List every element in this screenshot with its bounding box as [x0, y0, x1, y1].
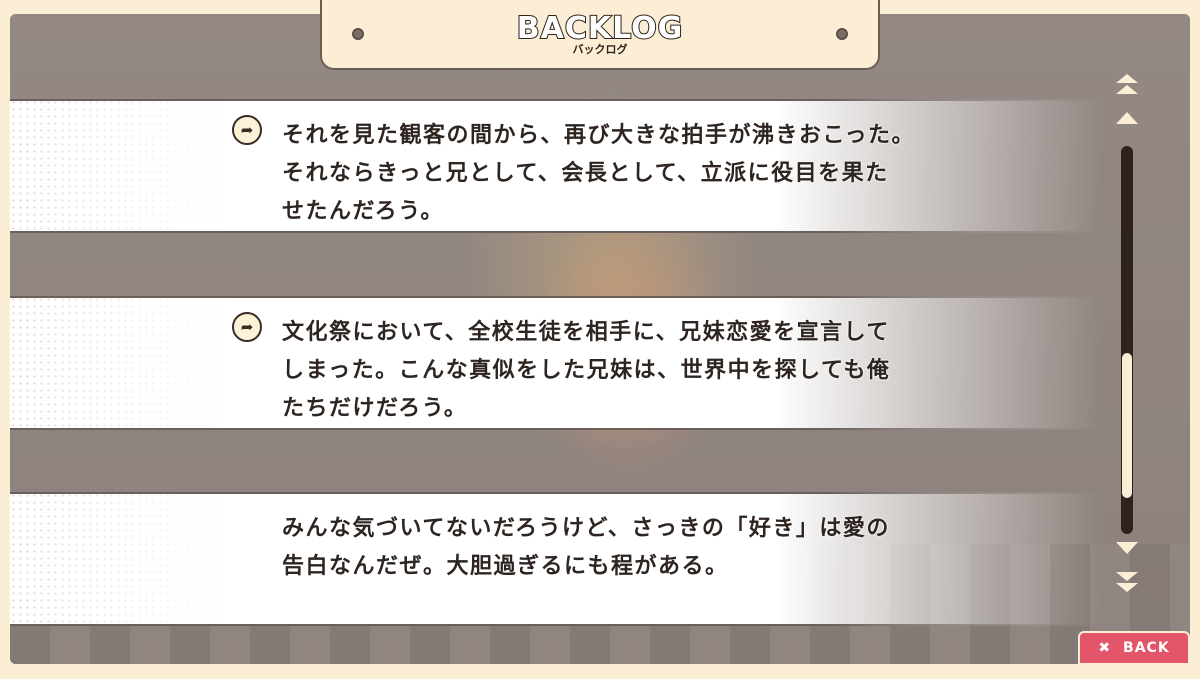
entry-text: みんな気づいてないだろうけど、さっきの「好き」は愛の 告白なんだぜ。大胆過ぎるに…: [282, 510, 982, 586]
backlog-entry: ➦ それを見た観客の間から、再び大きな拍手が沸きおこった。 それならきっと兄とし…: [10, 99, 1102, 233]
voice-replay-icon[interactable]: ➦: [232, 115, 262, 145]
backlog-entry: ➦ 文化祭において、全校生徒を相手に、兄妹恋愛を宣言して しまった。こんな真似を…: [10, 296, 1102, 430]
entry-line: 告白なんだぜ。大胆過ぎるにも程がある。: [282, 554, 729, 579]
entry-line: それを見た観客の間から、再び大きな拍手が沸きおこった。: [282, 123, 915, 148]
up-arrow-icon[interactable]: [1112, 110, 1142, 126]
entry-line: みんな気づいてないだろうけど、さっきの「好き」は愛の: [282, 516, 890, 541]
scroll-track[interactable]: [1121, 146, 1133, 534]
page-subtitle: バックログ: [572, 43, 628, 56]
entry-line: せたんだろう。: [282, 199, 444, 224]
double-down-arrow-icon[interactable]: [1112, 570, 1142, 594]
page-title: BACKLOG: [516, 11, 684, 46]
entry-line: 文化祭において、全校生徒を相手に、兄妹恋愛を宣言して: [282, 320, 890, 345]
double-up-arrow-icon[interactable]: [1112, 72, 1142, 96]
close-icon: ✖: [1098, 640, 1112, 656]
entry-line: しまった。こんな真似をした兄妹は、世界中を探しても俺: [282, 358, 891, 383]
entry-line: それならきっと兄として、会長として、立派に役目を果た: [282, 161, 889, 186]
backlog-title-tab: BACKLOG バックログ: [320, 0, 880, 70]
backlog-entry: みんな気づいてないだろうけど、さっきの「好き」は愛の 告白なんだぜ。大胆過ぎるに…: [10, 492, 1102, 626]
entry-text: それを見た観客の間から、再び大きな拍手が沸きおこった。 それならきっと兄として、…: [282, 117, 982, 231]
voice-replay-icon[interactable]: ➦: [232, 312, 262, 342]
back-label: BACK: [1123, 640, 1170, 656]
scroll-thumb[interactable]: [1122, 353, 1132, 498]
down-arrow-icon[interactable]: [1112, 540, 1142, 556]
backlog-scrollbar[interactable]: [1112, 70, 1142, 600]
entry-text: 文化祭において、全校生徒を相手に、兄妹恋愛を宣言して しまった。こんな真似をした…: [282, 314, 982, 428]
entry-line: たちだけだろう。: [282, 396, 468, 421]
back-button[interactable]: ✖ BACK: [1078, 631, 1190, 665]
